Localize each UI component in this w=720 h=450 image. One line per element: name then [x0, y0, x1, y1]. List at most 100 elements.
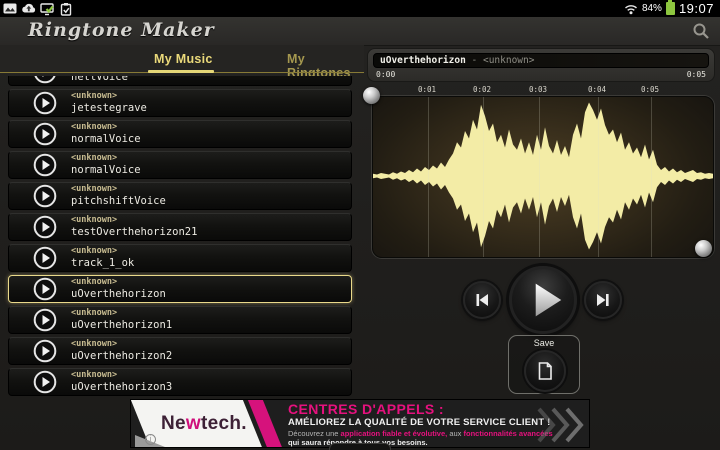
- play-icon: [33, 277, 57, 301]
- chevrons-icon: [535, 405, 587, 445]
- trim-end-handle[interactable]: [695, 240, 712, 257]
- timeline-label: 0:04: [582, 85, 612, 94]
- play-icon: [33, 215, 57, 239]
- timeline-label: 0:03: [523, 85, 553, 94]
- row-title: normalVoice: [71, 164, 141, 176]
- app-title: Ringtone Maker: [28, 19, 215, 41]
- track-list-item[interactable]: <unknown> jetestegrave: [8, 89, 352, 117]
- gallery-icon: [3, 2, 17, 15]
- skip-end-button[interactable]: [584, 281, 622, 319]
- timeline-gridline: [598, 97, 599, 257]
- row-artist: <unknown>: [71, 309, 172, 319]
- row-title: uOverthehorizon: [71, 288, 166, 300]
- track-list-item[interactable]: <unknown> testOverthehorizon21: [8, 213, 352, 241]
- track-rows: <unknown> jetestegrave <unknown> normalV…: [8, 89, 352, 396]
- clipboard-check-icon: [59, 2, 73, 16]
- search-icon: [692, 22, 710, 40]
- bottom-pull-handle[interactable]: [329, 443, 391, 450]
- skip-start-button[interactable]: [463, 281, 501, 319]
- row-play-button[interactable]: [33, 308, 57, 332]
- ad-headline: CENTRES D'APPELS :: [288, 401, 444, 417]
- time-end: 0:05: [687, 70, 706, 79]
- row-play-button[interactable]: [33, 277, 57, 301]
- ad-banner[interactable]: Newtech. i CENTRES D'APPELS : AMÉLIOREZ …: [130, 399, 590, 448]
- row-title: pitchshiftVoice: [71, 195, 166, 207]
- skip-start-icon: [473, 291, 491, 309]
- row-artist: <unknown>: [71, 340, 172, 350]
- row-play-button[interactable]: [33, 184, 57, 208]
- timeline-label: 0:05: [635, 85, 665, 94]
- play-button[interactable]: [509, 266, 577, 334]
- trim-start-handle[interactable]: [363, 87, 380, 104]
- waveform: [373, 97, 713, 257]
- play-icon: [33, 246, 57, 270]
- ad-subheadline: AMÉLIOREZ LA QUALITÉ DE VOTRE SERVICE CL…: [288, 417, 551, 428]
- row-play-button[interactable]: [33, 122, 57, 146]
- save-panel: Save: [508, 335, 580, 394]
- track-list-item[interactable]: <unknown> normalVoice: [8, 151, 352, 179]
- app-header: Ringtone Maker: [0, 17, 720, 46]
- row-artist: <unknown>: [71, 154, 141, 164]
- play-icon: [33, 308, 57, 332]
- cloud-upload-icon: [21, 2, 36, 15]
- row-play-button[interactable]: [33, 370, 57, 394]
- row-play-button[interactable]: [33, 91, 57, 115]
- track-list-item[interactable]: <unknown> uOverthehorizon2: [8, 337, 352, 365]
- skip-end-icon: [594, 291, 612, 309]
- play-icon: [33, 153, 57, 177]
- timeline-gridline: [428, 97, 429, 257]
- row-play-button[interactable]: [33, 246, 57, 270]
- now-playing-artist: <unknown>: [483, 55, 534, 66]
- track-list-item[interactable]: <unknown> uOverthehorizon1: [8, 306, 352, 334]
- row-play-button[interactable]: [33, 76, 57, 84]
- battery-icon: [666, 2, 675, 15]
- track-list: <unknown> nettVoice <unknown> jetestegra…: [8, 76, 352, 399]
- row-title: nettVoice: [71, 76, 128, 83]
- row-title: uOverthehorizon3: [71, 381, 172, 393]
- track-list-item[interactable]: <unknown> uOverthehorizon3: [8, 368, 352, 396]
- track-list-item[interactable]: <unknown> normalVoice: [8, 120, 352, 148]
- play-icon: [33, 370, 57, 394]
- row-artist: <unknown>: [71, 185, 166, 195]
- row-play-button[interactable]: [33, 339, 57, 363]
- row-title: testOverthehorizon21: [71, 226, 197, 238]
- status-bar: 84% 19:07: [0, 0, 720, 17]
- track-list-item[interactable]: <unknown> uOverthehorizon: [8, 275, 352, 303]
- app-root: 84% 19:07 Ringtone Maker My Music My Rin…: [0, 0, 720, 450]
- row-artist: <unknown>: [71, 278, 166, 288]
- track-list-item[interactable]: <unknown> track_1_ok: [8, 244, 352, 272]
- play-icon: [33, 339, 57, 363]
- screen-check-icon: [40, 2, 55, 16]
- time-start: 0:00: [376, 70, 395, 79]
- timeline-label: 0:02: [467, 85, 497, 94]
- row-artist: <unknown>: [71, 247, 134, 257]
- save-label: Save: [509, 338, 579, 348]
- now-playing-separator: -: [466, 55, 483, 66]
- notification-icons: [0, 2, 73, 16]
- waveform-editor[interactable]: [372, 96, 714, 258]
- row-title: uOverthehorizon2: [71, 350, 172, 362]
- track-list-item[interactable]: <unknown> pitchshiftVoice: [8, 182, 352, 210]
- row-artist: <unknown>: [71, 371, 172, 381]
- now-playing-title: uOverthehorizon: [380, 55, 466, 66]
- play-icon: [33, 76, 57, 84]
- timeline-gridline: [483, 97, 484, 257]
- play-icon: [33, 184, 57, 208]
- row-play-button[interactable]: [33, 215, 57, 239]
- timeline-gridline: [539, 97, 540, 257]
- ad-brand-logo: Newtech.: [161, 413, 247, 435]
- save-button[interactable]: [524, 350, 566, 392]
- row-play-button[interactable]: [33, 153, 57, 177]
- play-icon: [33, 91, 57, 115]
- timeline-label: 0:01: [412, 85, 442, 94]
- ad-info-icon[interactable]: i: [145, 434, 156, 445]
- play-icon: [512, 266, 574, 334]
- track-list-partial-row[interactable]: <unknown> nettVoice: [8, 76, 352, 86]
- search-button[interactable]: [692, 22, 710, 40]
- tab-my-music[interactable]: My Music: [154, 52, 213, 66]
- row-artist: <unknown>: [71, 216, 197, 226]
- row-artist: <unknown>: [71, 92, 147, 102]
- row-title: uOverthehorizon1: [71, 319, 172, 331]
- row-title: track_1_ok: [71, 257, 134, 269]
- timeline-gridline: [651, 97, 652, 257]
